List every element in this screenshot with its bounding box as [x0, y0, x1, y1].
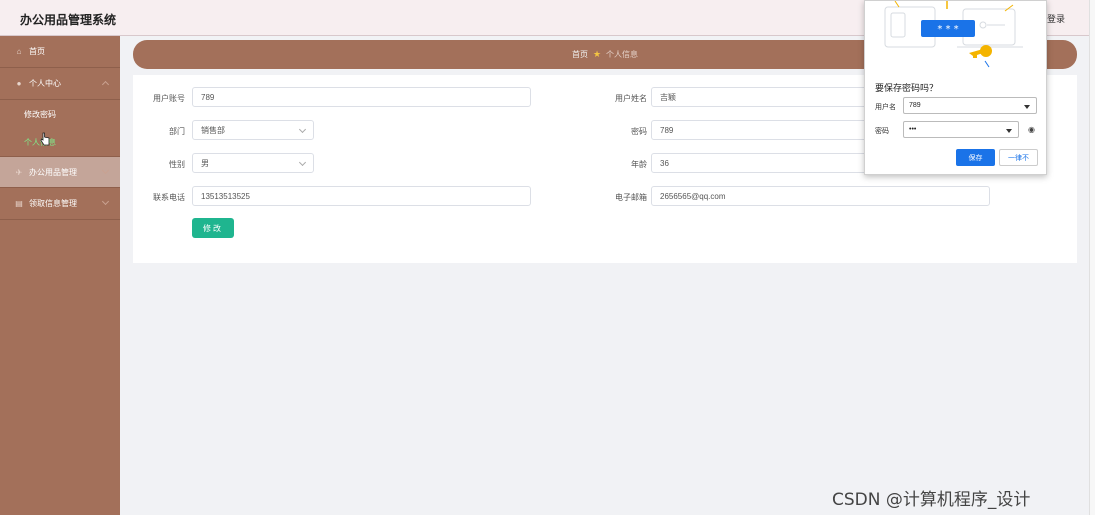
sidebar-subitem-personal-info[interactable]: 个人信息	[0, 128, 120, 156]
email-input[interactable]: 2656565@qq.com	[651, 186, 990, 206]
chevron-down-icon	[298, 158, 307, 167]
chevron-up-icon	[101, 80, 110, 89]
popup-username-select[interactable]: 789	[903, 97, 1037, 114]
edit-button[interactable]: 修改	[192, 218, 234, 238]
gender-value: 男	[201, 158, 209, 168]
department-value: 销售部	[201, 125, 225, 135]
vertical-scrollbar[interactable]	[1089, 0, 1095, 515]
department-label: 部门	[169, 127, 185, 136]
name-label: 用户姓名	[615, 94, 647, 103]
illustration-password-text: * * *	[937, 24, 958, 35]
breadcrumb-home[interactable]: 首页	[572, 49, 588, 60]
save-password-button[interactable]: 保存	[956, 149, 995, 166]
watermark: CSDN @计算机程序_设计	[832, 490, 1031, 510]
hand-cursor-icon	[40, 132, 50, 146]
save-password-popup: * * * 要保存密码吗？ 用户名 789 密码 ••• ◉ 保存 一律不	[864, 0, 1047, 175]
popup-password-value: •••	[909, 126, 917, 133]
popup-username-value: 789	[909, 102, 921, 109]
never-save-button[interactable]: 一律不	[999, 149, 1038, 166]
sidebar-item-home[interactable]: ⌂ 首页	[0, 36, 120, 68]
home-icon: ⌂	[16, 47, 22, 56]
name-input[interactable]: 吉颖	[651, 87, 871, 107]
age-label: 年龄	[631, 160, 647, 169]
age-input[interactable]: 36	[651, 153, 871, 173]
email-label: 电子邮箱	[615, 193, 647, 202]
sidebar: ⌂ 首页 ● 个人中心 修改密码 个人信息 ✈ 办公用品管理 ▤ 领取信息管理	[0, 36, 120, 515]
dropdown-icon	[1006, 129, 1012, 133]
gender-label: 性别	[169, 160, 185, 169]
popup-username-label: 用户名	[875, 104, 896, 111]
sidebar-item-label: 个人中心	[29, 79, 61, 88]
send-icon: ✈	[15, 167, 23, 177]
chevron-down-icon	[101, 166, 110, 175]
sidebar-item-receive-info[interactable]: ▤ 领取信息管理	[0, 188, 120, 220]
breadcrumb-current: 个人信息	[606, 50, 639, 59]
popup-title: 要保存密码吗？	[875, 83, 939, 93]
password-label: 密码	[631, 127, 647, 136]
eye-icon[interactable]: ◉	[1028, 125, 1035, 134]
dropdown-icon	[1024, 105, 1030, 109]
sidebar-item-label: 领取信息管理	[29, 199, 77, 208]
phone-input[interactable]: 13513513525	[192, 186, 531, 206]
account-input[interactable]: 789	[192, 87, 531, 107]
popup-password-select[interactable]: •••	[903, 121, 1019, 138]
login-link[interactable]: 登录	[1047, 12, 1065, 25]
sidebar-item-label: 首页	[29, 47, 45, 56]
list-icon: ▤	[15, 199, 23, 208]
phone-label: 联系电话	[153, 193, 185, 202]
sidebar-item-personal-center[interactable]: ● 个人中心	[0, 68, 120, 100]
password-illustration-icon: * * *	[884, 1, 1023, 68]
popup-password-label: 密码	[875, 128, 889, 135]
password-input[interactable]: 789	[651, 120, 871, 140]
department-select[interactable]: 销售部	[192, 120, 314, 140]
gender-select[interactable]: 男	[192, 153, 314, 173]
user-icon: ●	[16, 79, 22, 88]
chevron-down-icon	[101, 197, 110, 206]
account-label: 用户账号	[153, 94, 185, 103]
sidebar-item-label: 办公用品管理	[29, 167, 77, 177]
app-title: 办公用品管理系统	[20, 13, 117, 27]
star-icon: ★	[592, 49, 602, 59]
chevron-down-icon	[298, 125, 307, 134]
sidebar-item-office-supplies[interactable]: ✈ 办公用品管理	[0, 156, 120, 188]
sidebar-subitem-change-password[interactable]: 修改密码	[0, 100, 120, 128]
